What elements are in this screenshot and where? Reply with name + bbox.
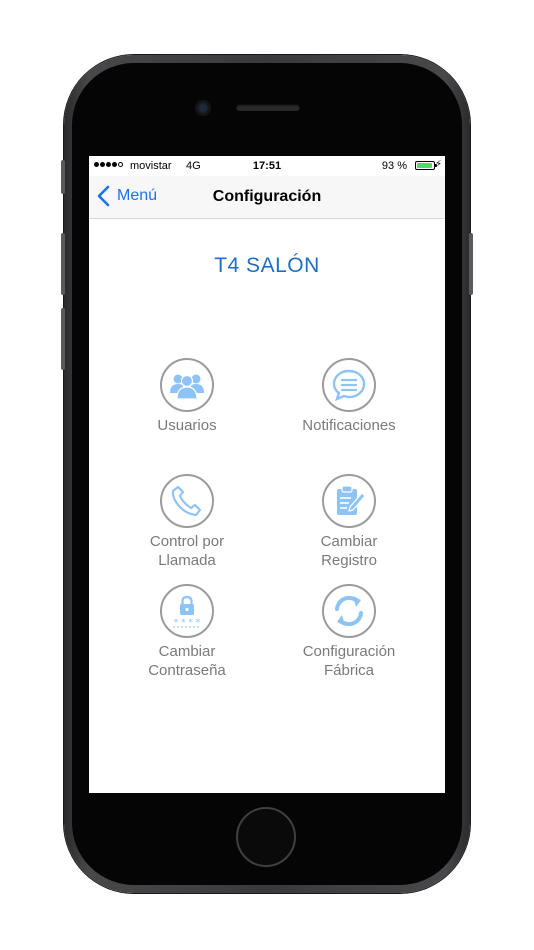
users-icon [160,358,214,412]
refresh-icon [322,584,376,638]
page-title: Configuración [212,188,322,205]
tile-label-line1: Usuarios [157,417,217,434]
tile-label: Notificaciones [279,416,419,435]
tile-label-line2: Registro [321,552,377,569]
tile-label-line1: Control por [149,533,225,550]
tile-label-line1: Cambiar [320,533,378,550]
phone-icon [160,474,214,528]
tile-configuracion-fabrica[interactable]: Configuración Fábrica [279,584,419,680]
tile-notificaciones[interactable]: Notificaciones [279,358,419,435]
app-screen: movistar 4G 17:51 93 % ⚡︎ Menú Configura… [89,156,445,793]
mute-switch [61,160,65,194]
battery-percent: 93 % [381,160,407,172]
device-name: T4 SALÓN [214,254,320,277]
tile-control-por-llamada[interactable]: Control por Llamada [117,474,257,570]
bolt-icon: ⚡︎ [434,159,442,170]
battery-icon [415,161,437,170]
home-button[interactable] [236,807,296,867]
tile-usuarios[interactable]: Usuarios [117,358,257,435]
tile-label-line2: Fábrica [323,662,375,679]
tile-label: Configuración Fábrica [279,642,419,680]
front-camera [197,102,209,114]
status-bar: movistar 4G 17:51 93 % ⚡︎ [89,156,445,176]
tile-label: Cambiar Contraseña [117,642,257,680]
power-button [469,233,473,295]
tile-label-line2: Contraseña [148,662,226,679]
tile-cambiar-registro[interactable]: Cambiar Registro [279,474,419,570]
tile-label: Cambiar Registro [279,532,419,570]
tile-label: Control por Llamada [117,532,257,570]
clipboard-edit-icon [322,474,376,528]
volume-up-button [61,233,65,295]
tile-label-line1: Cambiar [158,643,216,660]
navigation-bar: Menú Configuración [89,176,445,219]
tile-label: Usuarios [117,416,257,435]
tile-cambiar-contrasena[interactable]: * * * * Cambiar Contraseña [117,584,257,680]
earpiece-speaker [236,104,300,111]
tile-label-line1: Configuración [302,643,396,660]
tile-label-line2: Llamada [158,552,216,569]
tile-label-line1: Notificaciones [302,417,396,434]
volume-down-button [61,308,65,370]
password-lock-icon: * * * * [160,584,214,638]
chat-bubble-icon [322,358,376,412]
battery-fill [417,163,432,168]
